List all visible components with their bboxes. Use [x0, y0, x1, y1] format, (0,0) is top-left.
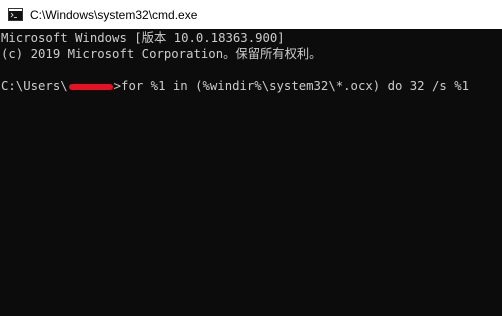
console-line-copyright: (c) 2019 Microsoft Corporation。保留所有权利。	[1, 47, 322, 61]
prompt-suffix: >	[113, 79, 122, 93]
title-bar[interactable]: C:\Windows\system32\cmd.exe	[0, 0, 502, 29]
cmd-window: C:\Windows\system32\cmd.exe Microsoft Wi…	[0, 0, 502, 316]
cmd-icon	[8, 8, 23, 21]
window-title: C:\Windows\system32\cmd.exe	[30, 7, 198, 22]
console-output[interactable]: Microsoft Windows [版本 10.0.18363.900] (c…	[0, 29, 502, 316]
redacted-username-mark	[68, 83, 113, 90]
console-line-version: Microsoft Windows [版本 10.0.18363.900]	[1, 31, 285, 45]
typed-command[interactable]: for %1 in (%windir%\system32\*.ocx) do 3…	[121, 79, 469, 93]
command-prompt-line[interactable]: C:\Users\ >for %1 in (%windir%\system32\*…	[1, 78, 469, 94]
prompt-path-prefix: C:\Users\	[1, 79, 68, 93]
